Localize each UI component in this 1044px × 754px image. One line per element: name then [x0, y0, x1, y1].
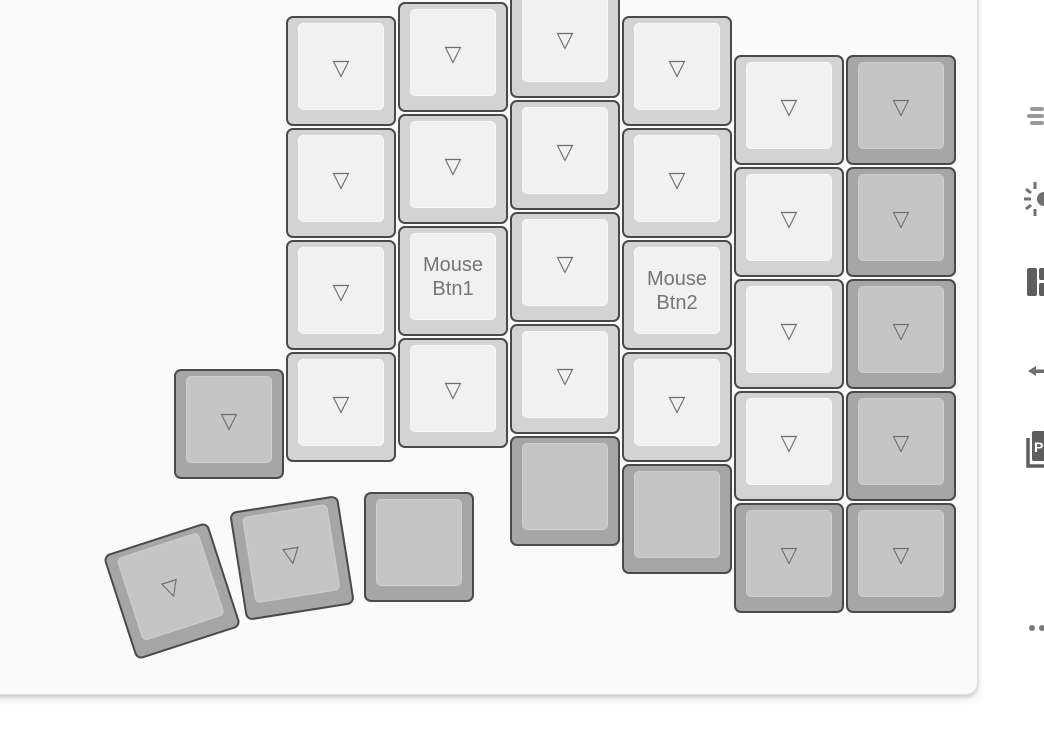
key-r1c4[interactable]: ▽ [622, 128, 732, 238]
key-r0c4[interactable]: ▽ [622, 16, 732, 126]
key-legend: ▽ [858, 174, 944, 261]
key-r2c4[interactable]: Mouse Btn2 [622, 240, 732, 350]
key-legend: ▽ [522, 219, 608, 306]
lighting-icon[interactable] [1018, 178, 1044, 218]
key-r1c3[interactable]: ▽ [510, 100, 620, 210]
key-r3c2[interactable]: ▽ [398, 338, 508, 448]
key-legend: ▽ [522, 331, 608, 418]
key-legend: ▽ [186, 376, 272, 463]
key-r3c3[interactable]: ▽ [510, 324, 620, 434]
key-r4c6[interactable]: ▽ [846, 503, 956, 613]
key-th1[interactable]: ▽ [229, 495, 355, 621]
key-r2c5[interactable]: ▽ [734, 279, 844, 389]
key-r4c3[interactable] [510, 436, 620, 546]
key-r2c6[interactable]: ▽ [846, 279, 956, 389]
key-legend [634, 471, 720, 558]
key-r3c1[interactable]: ▽ [286, 352, 396, 462]
key-legend: ▽ [298, 359, 384, 446]
key-legend [376, 499, 462, 586]
key-legend: ▽ [746, 62, 832, 149]
key-legend: ▽ [242, 503, 341, 604]
key-r0c3[interactable]: ▽ [510, 0, 620, 98]
key-legend: ▽ [634, 23, 720, 110]
key-r3c0[interactable]: ▽ [174, 369, 284, 479]
key-legend: ▽ [410, 9, 496, 96]
key-legend: ▽ [746, 398, 832, 485]
key-r1c5[interactable]: ▽ [734, 167, 844, 277]
lines-icon[interactable] [1018, 96, 1044, 136]
key-legend: ▽ [298, 23, 384, 110]
sidebar: P [1018, 0, 1044, 754]
more-icon[interactable] [1018, 608, 1044, 648]
swap-icon[interactable] [1018, 350, 1044, 390]
key-legend: ▽ [858, 286, 944, 373]
key-legend: ▽ [746, 510, 832, 597]
key-legend: ▽ [410, 345, 496, 432]
key-r1c2[interactable]: ▽ [398, 114, 508, 224]
key-r3c6[interactable]: ▽ [846, 391, 956, 501]
key-legend: ▽ [746, 286, 832, 373]
key-legend: ▽ [298, 247, 384, 334]
key-legend: Mouse Btn1 [410, 233, 496, 320]
svg-text:P: P [1034, 439, 1043, 455]
key-r2c3[interactable]: ▽ [510, 212, 620, 322]
key-legend: ▽ [634, 135, 720, 222]
key-r1c6[interactable]: ▽ [846, 167, 956, 277]
key-legend [522, 443, 608, 530]
key-legend: ▽ [522, 107, 608, 194]
key-r4c5[interactable]: ▽ [734, 503, 844, 613]
key-r0c1[interactable]: ▽ [286, 16, 396, 126]
key-legend: ▽ [522, 0, 608, 82]
key-legend: ▽ [410, 121, 496, 208]
key-legend: ▽ [858, 398, 944, 485]
key-r0c6[interactable]: ▽ [846, 55, 956, 165]
key-th2[interactable] [364, 492, 474, 602]
key-r0c2[interactable]: ▽ [398, 2, 508, 112]
macro-icon[interactable]: P [1018, 428, 1044, 468]
key-r3c5[interactable]: ▽ [734, 391, 844, 501]
key-r2c2[interactable]: Mouse Btn1 [398, 226, 508, 336]
layout-icon[interactable] [1018, 262, 1044, 302]
key-r4c4[interactable] [622, 464, 732, 574]
key-r3c4[interactable]: ▽ [622, 352, 732, 462]
key-legend: ▽ [298, 135, 384, 222]
key-r0c5[interactable]: ▽ [734, 55, 844, 165]
key-legend: ▽ [116, 532, 225, 642]
key-legend: ▽ [634, 359, 720, 446]
key-legend: ▽ [858, 510, 944, 597]
key-r1c1[interactable]: ▽ [286, 128, 396, 238]
key-r2c1[interactable]: ▽ [286, 240, 396, 350]
key-legend: ▽ [858, 62, 944, 149]
key-legend: Mouse Btn2 [634, 247, 720, 334]
key-legend: ▽ [746, 174, 832, 261]
